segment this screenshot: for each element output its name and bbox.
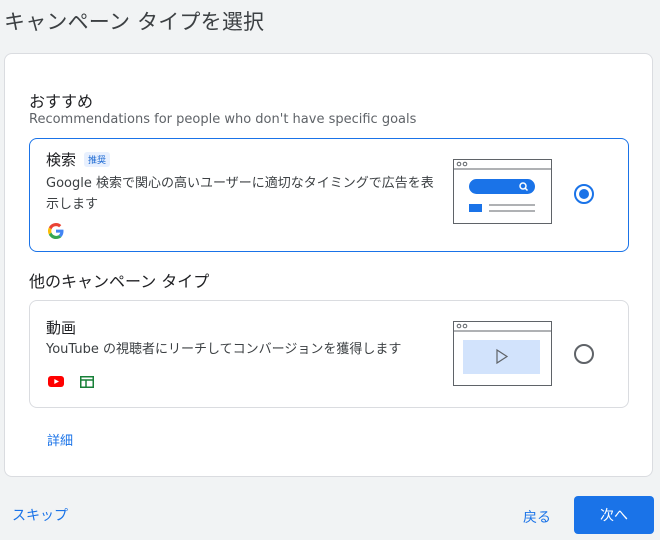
back-button[interactable]: 戻る — [523, 507, 551, 527]
recommended-badge: 推奨 — [84, 152, 111, 167]
search-option-title: 検索 — [46, 151, 77, 169]
video-option-radio[interactable] — [574, 344, 594, 364]
video-option-icons — [48, 373, 94, 392]
other-types-heading: 他のキャンペーン タイプ — [29, 272, 210, 291]
campaign-type-card: おすすめ Recommendations for people who don'… — [4, 53, 653, 477]
recommended-heading: おすすめ — [29, 92, 94, 111]
recommended-subheading: Recommendations for people who don't hav… — [29, 112, 417, 127]
search-option-title-row: 検索 推奨 — [46, 149, 111, 170]
video-illustration — [453, 321, 552, 386]
next-button[interactable]: 次へ — [574, 496, 654, 534]
page-title: キャンペーン タイプを選択 — [4, 10, 265, 34]
google-icon — [48, 223, 64, 243]
details-link[interactable]: 詳細 — [47, 430, 73, 449]
skip-link[interactable]: スキップ — [12, 505, 68, 525]
search-option-radio[interactable] — [574, 184, 594, 204]
search-option-description: Google 検索で関心の高いユーザーに適切なタイミングで広告を表示します — [46, 176, 434, 212]
video-option-title: 動画 — [46, 319, 77, 337]
video-campaign-option[interactable]: 動画 YouTube の視聴者にリーチしてコンバージョンを獲得します — [29, 300, 629, 408]
display-network-icon — [80, 373, 94, 392]
search-campaign-option[interactable]: 検索 推奨 Google 検索で関心の高いユーザーに適切なタイミングで広告を表示し… — [29, 138, 629, 252]
search-option-icons — [48, 223, 64, 243]
search-illustration — [453, 159, 552, 224]
youtube-icon — [48, 373, 64, 392]
video-option-description: YouTube の視聴者にリーチしてコンバージョンを獲得します — [46, 342, 402, 357]
